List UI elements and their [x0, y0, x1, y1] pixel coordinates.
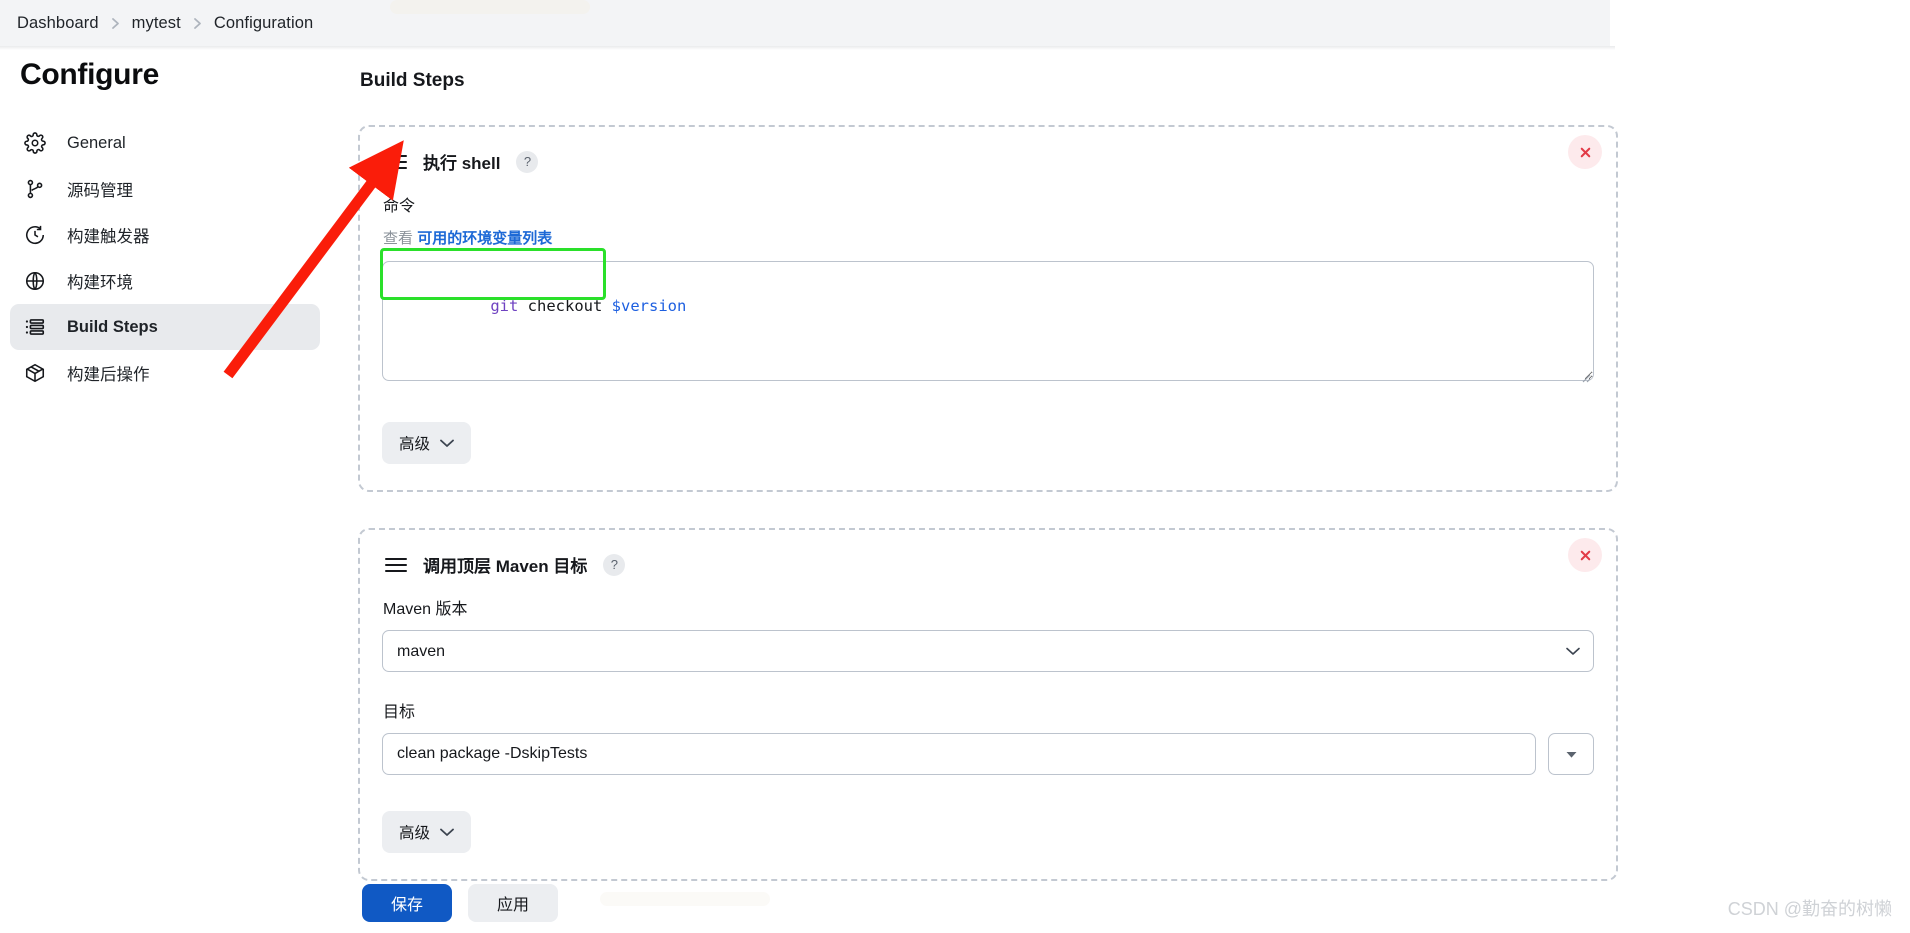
watermark: CSDN @勤奋的树懒 [1727, 899, 1892, 919]
save-button[interactable]: 保存 [362, 884, 452, 922]
sidebar: Configure General 源码管理 构建触发器 构建环境 Build … [0, 58, 332, 396]
chevron-right-icon [190, 17, 205, 30]
advanced-label: 高级 [399, 436, 431, 453]
section-title: Build Steps [360, 70, 465, 91]
advanced-button[interactable]: 高级 [382, 422, 472, 464]
step-header: 调用顶层 Maven 目标 ? [382, 552, 1594, 577]
globe-icon [22, 268, 48, 294]
apply-button[interactable]: 应用 [468, 884, 558, 922]
background-artifact [390, 0, 590, 14]
app-root: Dashboard mytest Configuration Configure… [0, 0, 1910, 933]
gear-icon [22, 130, 48, 156]
command-field-wrapper: git checkout $version git checkout $vers… [382, 261, 1594, 386]
sidebar-item-build-environment[interactable]: 构建环境 [10, 258, 320, 304]
sidebar-item-build-steps[interactable]: Build Steps [10, 304, 320, 350]
build-step-shell: 执行 shell ? 命令 查看 可用的环境变量列表 git checkout … [358, 125, 1618, 492]
maven-version-select[interactable]: maven [382, 630, 1594, 672]
maven-version-label: Maven 版本 [383, 601, 468, 618]
main-content: Build Steps 执行 shell ? 命令 查看 可用的环境变量列表 g… [358, 70, 1618, 917]
breadcrumb: Dashboard mytest Configuration [0, 0, 1610, 46]
goal-dropdown-button[interactable] [1548, 733, 1594, 775]
sidebar-item-label: 构建触发器 [67, 228, 150, 246]
page-title: Configure [20, 58, 159, 91]
breadcrumb-item-dashboard[interactable]: Dashboard [8, 11, 108, 36]
drag-handle-icon[interactable] [385, 152, 407, 172]
advanced-button[interactable]: 高级 [382, 811, 472, 853]
chevron-right-icon [108, 17, 123, 30]
form-actions: 保存 应用 [362, 884, 558, 922]
chevron-down-icon [440, 828, 454, 837]
command-label: 命令 [383, 198, 416, 215]
build-step-maven: 调用顶层 Maven 目标 ? Maven 版本 maven 目标 clean … [358, 528, 1618, 881]
maven-version-row: maven [382, 630, 1594, 672]
sidebar-item-label: Build Steps [67, 317, 158, 336]
remove-step-button[interactable] [1568, 538, 1602, 572]
sidebar-item-label: 源码管理 [67, 182, 133, 200]
goal-input[interactable] [382, 733, 1536, 775]
sidebar-item-build-triggers[interactable]: 构建触发器 [10, 212, 320, 258]
env-hint-prefix: 查看 [383, 230, 414, 247]
breadcrumb-item-mytest[interactable]: mytest [123, 11, 190, 36]
env-variables-hint: 查看 可用的环境变量列表 [383, 227, 1594, 248]
breadcrumb-item-configuration[interactable]: Configuration [205, 11, 322, 36]
advanced-label: 高级 [399, 825, 431, 842]
sidebar-item-general[interactable]: General [10, 120, 320, 166]
chevron-down-icon [440, 439, 454, 448]
source-branch-icon [22, 176, 48, 202]
step-header: 执行 shell ? [382, 149, 1594, 174]
clock-icon [22, 222, 48, 248]
command-input[interactable]: git checkout $version [382, 261, 1594, 381]
drag-handle-icon[interactable] [385, 555, 407, 575]
list-steps-icon [22, 314, 48, 340]
help-icon[interactable]: ? [516, 150, 539, 173]
env-variables-link[interactable]: 可用的环境变量列表 [417, 230, 552, 247]
sidebar-item-post-build-actions[interactable]: 构建后操作 [10, 350, 320, 396]
goal-row [382, 733, 1594, 775]
remove-step-button[interactable] [1568, 135, 1602, 169]
sidebar-item-label: 构建后操作 [67, 366, 150, 384]
caret-down-icon [1566, 751, 1576, 758]
step-title: 调用顶层 Maven 目标 [423, 557, 588, 576]
sidebar-item-label: General [67, 133, 126, 152]
sidebar-item-source-management[interactable]: 源码管理 [10, 166, 320, 212]
help-icon[interactable]: ? [603, 553, 626, 576]
package-icon [22, 360, 48, 386]
step-title: 执行 shell [423, 154, 501, 173]
sidebar-item-label: 构建环境 [67, 274, 133, 292]
background-artifact [600, 892, 770, 906]
goal-label: 目标 [383, 704, 416, 721]
breadcrumb-divider [0, 46, 1615, 50]
